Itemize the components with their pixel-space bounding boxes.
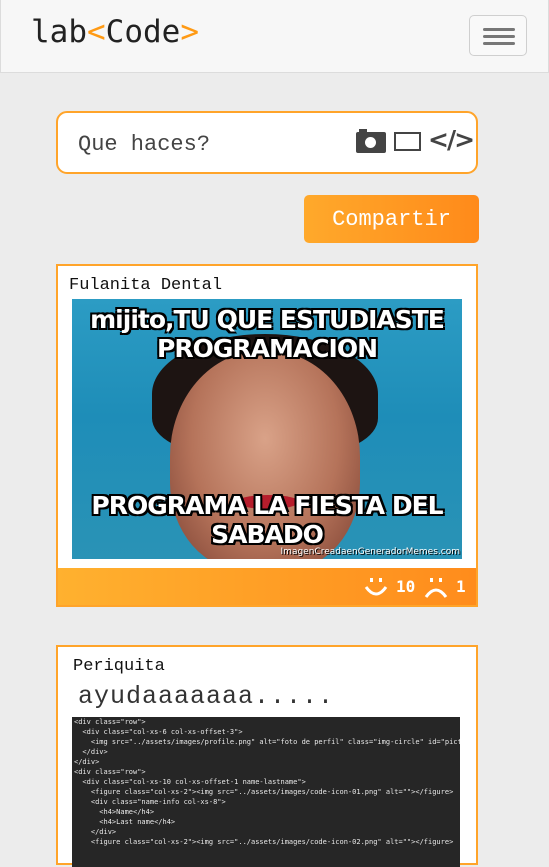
status-input[interactable] [76,128,340,160]
menu-toggle-button[interactable] [469,15,527,56]
code-text: <div class="row"> <div class="col-xs-6 c… [74,718,460,846]
hamburger-icon-bar [483,35,515,38]
hamburger-icon [483,28,515,31]
post-composer: </> [56,111,478,174]
dislike-count: 1 [456,577,466,596]
meme-top-caption: mijito,TU QUE ESTUDIASTE PROGRAMACION [90,305,445,363]
post-author: Fulanita Dental [69,276,223,295]
camera-icon[interactable] [356,129,386,153]
post-card: Periquita ayudaaaaaaa..... <div class="r… [56,645,478,867]
meme-bottom-caption: PROGRAMA LA FIESTA DEL SABADO [91,491,443,549]
meme-watermark: ImagenCreadaenGeneradorMemes.com [280,547,460,557]
navbar: lab<Code> [0,0,549,73]
video-icon[interactable] [394,132,421,151]
brand-logo[interactable]: lab<Code> [31,14,199,50]
brand-gt: > [180,14,199,50]
post-text: ayudaaaaaaa..... [78,682,335,711]
frown-icon [424,577,448,598]
dislike-reaction[interactable]: 1 [424,568,466,605]
post-author: Periquita [73,657,165,676]
code-screenshot[interactable]: <div class="row"> <div class="col-xs-6 c… [72,717,460,867]
hamburger-icon-bar [483,42,515,45]
brand-lt: < [87,14,106,50]
post-card: Fulanita Dental mijito,TU QUE ESTUDIASTE… [56,264,478,607]
post-image[interactable]: mijito,TU QUE ESTUDIASTE PROGRAMACION PR… [72,299,462,559]
brand-lab: lab [31,14,87,50]
brand-code: Code [105,14,181,50]
code-icon[interactable]: </> [428,125,475,154]
post-reactions: 10 1 [58,568,476,605]
smile-icon [364,577,388,595]
like-reaction[interactable]: 10 [364,568,415,605]
share-button[interactable]: Compartir [304,195,479,243]
like-count: 10 [396,577,416,596]
